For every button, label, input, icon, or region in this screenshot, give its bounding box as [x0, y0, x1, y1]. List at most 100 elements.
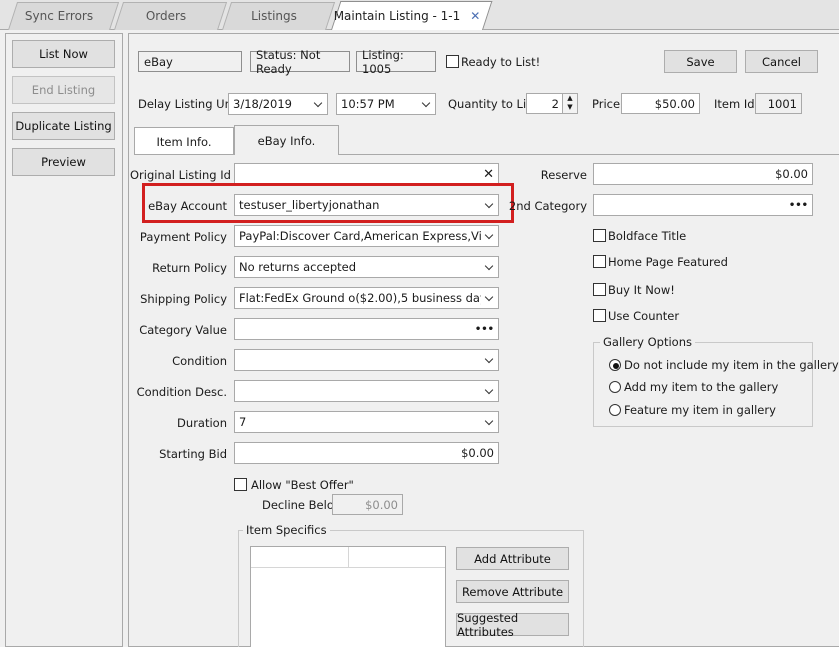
tab-listings[interactable]: Listings: [222, 2, 336, 30]
home-page-featured-checkbox[interactable]: [593, 255, 606, 268]
subtab-divider-gap: [235, 154, 338, 155]
item-specifics-table[interactable]: [250, 546, 446, 647]
gallery-option-radio[interactable]: [609, 381, 621, 393]
gallery-option-radio[interactable]: [609, 404, 621, 416]
chevron-down-icon: [485, 232, 494, 241]
delay-time-picker[interactable]: 10:57 PM: [336, 93, 436, 115]
buy-it-now-checkbox[interactable]: [593, 283, 606, 296]
channel-box: eBay: [138, 51, 242, 72]
condition-desc-select[interactable]: [234, 380, 499, 402]
decline-below-input[interactable]: $0.00: [332, 494, 403, 515]
quantity-value: 2: [551, 96, 559, 111]
chevron-down-icon: [485, 201, 494, 210]
best-offer-checkbox[interactable]: [234, 478, 247, 491]
status-box: Status: Not Ready: [250, 48, 350, 76]
delay-date-picker[interactable]: 3/18/2019: [228, 93, 328, 115]
clear-icon[interactable]: ✕: [483, 167, 494, 182]
ready-to-list-label: Ready to List!: [461, 55, 541, 69]
boldface-title-checkbox[interactable]: [593, 229, 606, 242]
chevron-down-icon: [485, 263, 494, 272]
chevron-down-icon: [422, 100, 431, 109]
duration-select[interactable]: 7: [234, 411, 499, 433]
gallery-option-label: Add my item to the gallery: [624, 380, 779, 394]
item-id-value: 1001: [755, 93, 802, 114]
condition-select[interactable]: [234, 349, 499, 371]
reserve-label: Reserve: [540, 168, 587, 182]
chevron-down-icon: [485, 294, 494, 303]
delay-time-value: 10:57 PM: [341, 97, 395, 111]
shipping-policy-select[interactable]: Flat:FedEx Ground o($2.00),5 business da…: [234, 287, 499, 309]
return-policy-label: Return Policy: [152, 261, 227, 275]
payment-policy-select[interactable]: PayPal:Discover Card,American Express,Vi…: [234, 225, 499, 247]
reserve-input[interactable]: $0.00: [593, 163, 813, 185]
quantity-spin-buttons[interactable]: ▲ ▼: [562, 94, 577, 113]
condition-label: Condition: [172, 354, 227, 368]
payment-policy-label: Payment Policy: [139, 230, 227, 244]
chevron-down-icon: [485, 387, 494, 396]
preview-button[interactable]: Preview: [12, 148, 115, 176]
buy-it-now-label: Buy It Now!: [608, 283, 675, 297]
shipping-policy-value: Flat:FedEx Ground o($2.00),5 business da…: [239, 291, 481, 305]
duration-value: 7: [239, 415, 247, 429]
ebay-account-value: testuser_libertyjonathan: [239, 198, 380, 212]
spin-down-icon[interactable]: ▼: [563, 103, 577, 112]
subtab-ebay-info[interactable]: eBay Info.: [234, 125, 339, 155]
tab-label: Orders: [145, 9, 187, 23]
payment-policy-value: PayPal:Discover Card,American Express,Vi…: [239, 229, 481, 243]
quantity-label: Quantity to List: [448, 97, 537, 111]
return-policy-select[interactable]: No returns accepted: [234, 256, 499, 278]
tab-maintain-listing[interactable]: Maintain Listing - 1-1 ✕: [331, 1, 493, 30]
chevron-down-icon: [314, 100, 323, 109]
starting-bid-input[interactable]: $0.00: [234, 442, 499, 464]
chevron-down-icon: [485, 418, 494, 427]
subtab-item-info[interactable]: Item Info.: [134, 127, 234, 155]
tab-sync-errors[interactable]: Sync Errors: [8, 2, 120, 30]
original-listing-id-label: Original Listing Id: [130, 168, 231, 182]
category-value-label: Category Value: [139, 323, 227, 337]
price-label: Price: [592, 97, 621, 111]
delay-date-value: 3/18/2019: [233, 97, 292, 111]
gallery-option-label: Feature my item in gallery: [624, 403, 776, 417]
ebay-account-select[interactable]: testuser_libertyjonathan: [234, 194, 499, 216]
save-button[interactable]: Save: [664, 50, 737, 73]
second-category-label: 2nd Category: [508, 199, 587, 213]
spin-up-icon[interactable]: ▲: [563, 94, 577, 103]
duplicate-listing-button[interactable]: Duplicate Listing: [12, 112, 115, 140]
price-input[interactable]: $50.00: [621, 93, 700, 114]
category-value-field[interactable]: •••: [234, 318, 499, 340]
listing-number-box: Listing: 1005: [356, 48, 436, 76]
tab-strip: Sync Errors Orders Listings Maintain Lis…: [0, 0, 839, 30]
tab-label: Listings: [251, 9, 297, 23]
duration-label: Duration: [177, 416, 227, 430]
remove-attribute-button[interactable]: Remove Attribute: [456, 580, 569, 603]
return-policy-value: No returns accepted: [239, 260, 357, 274]
use-counter-label: Use Counter: [608, 309, 680, 323]
ready-to-list-checkbox[interactable]: [446, 55, 459, 68]
gallery-options-title: Gallery Options: [600, 335, 695, 349]
add-attribute-button[interactable]: Add Attribute: [456, 547, 569, 570]
list-now-button[interactable]: List Now: [12, 40, 115, 68]
table-header: [251, 547, 445, 568]
use-counter-checkbox[interactable]: [593, 309, 606, 322]
ellipsis-icon[interactable]: •••: [789, 200, 808, 211]
original-listing-id-field[interactable]: ✕: [234, 163, 499, 185]
tab-orders[interactable]: Orders: [114, 2, 228, 30]
suggested-attributes-button[interactable]: Suggested Attributes: [456, 611, 569, 639]
ebay-account-label: eBay Account: [148, 199, 227, 213]
shipping-policy-label: Shipping Policy: [140, 292, 227, 306]
boldface-title-label: Boldface Title: [608, 229, 687, 243]
gallery-option-label: Do not include my item in the gallery: [624, 358, 839, 372]
end-listing-button[interactable]: End Listing: [12, 76, 115, 104]
close-icon[interactable]: ✕: [470, 9, 480, 23]
tab-label: Sync Errors: [24, 9, 94, 23]
gallery-option-radio[interactable]: [609, 359, 621, 371]
condition-desc-label: Condition Desc.: [136, 385, 227, 399]
tab-label: Maintain Listing - 1-1: [333, 8, 461, 23]
table-header-cell: [349, 547, 445, 567]
chevron-down-icon: [485, 356, 494, 365]
home-page-featured-label: Home Page Featured: [608, 255, 728, 269]
second-category-field[interactable]: •••: [593, 194, 813, 216]
table-header-cell: [251, 547, 349, 567]
ellipsis-icon[interactable]: •••: [475, 324, 494, 335]
cancel-button[interactable]: Cancel: [745, 50, 818, 73]
